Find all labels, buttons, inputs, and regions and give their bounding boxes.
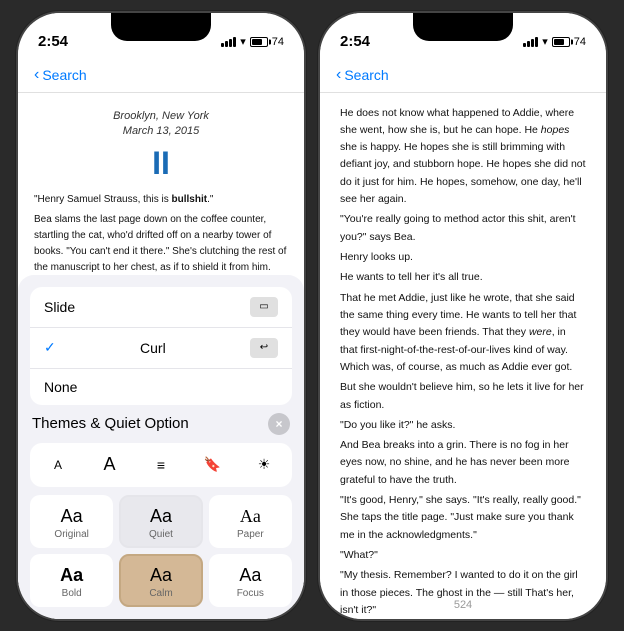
theme-bold[interactable]: Aa Bold — [30, 554, 113, 607]
right-status-bar: 2:54 ▾ 74 — [320, 13, 606, 59]
right-para-3: Henry looks up. — [340, 249, 586, 266]
bookmark-button[interactable]: 🔖 — [197, 449, 229, 481]
battery-icon — [250, 37, 268, 47]
theme-bold-label: Bold — [62, 588, 82, 599]
right-para-10: "What?" — [340, 547, 586, 564]
theme-focus-label: Focus — [237, 588, 264, 599]
right-para-1: He does not know what happened to Addie,… — [340, 105, 586, 209]
right-phone: 2:54 ▾ 74 ‹ Search He does n — [318, 11, 608, 621]
right-time: 2:54 — [340, 33, 370, 50]
right-para-8: And Bea breaks into a grin. There is no … — [340, 437, 586, 489]
right-para-4: He wants to tell her it's all true. — [340, 269, 586, 286]
brightness-button[interactable]: ☀ — [248, 449, 280, 481]
left-notch — [111, 13, 211, 41]
format-button[interactable]: ≡ — [145, 449, 177, 481]
back-chevron-icon: ‹ — [34, 66, 39, 84]
scroll-options: Slide ▭ ✓ Curl ↩ None — [30, 287, 292, 405]
checkmark-icon: ✓ — [44, 339, 56, 356]
left-status-icons: ▾ 74 — [221, 35, 284, 48]
curl-label: Curl — [140, 340, 166, 356]
back-label: Search — [42, 67, 86, 83]
none-label: None — [44, 379, 77, 395]
right-notch — [413, 13, 513, 41]
page-number: 524 — [454, 599, 472, 611]
overlay-panel: Slide ▭ ✓ Curl ↩ None Themes & Quiet Opt… — [18, 275, 304, 619]
right-para-7: "Do you like it?" he asks. — [340, 417, 586, 434]
wifi-icon: ▾ — [240, 35, 246, 48]
phones-container: 2:54 ▾ 74 ‹ Search Brooklyn, — [0, 0, 624, 631]
themes-grid: Aa Original Aa Quiet Aa Paper Aa Bold — [30, 495, 292, 607]
right-para-2: "You're really going to method actor thi… — [340, 211, 586, 246]
right-back-chevron-icon: ‹ — [336, 66, 341, 84]
scroll-option-slide[interactable]: Slide ▭ — [30, 287, 292, 328]
right-para-11: "My thesis. Remember? I wanted to do it … — [340, 567, 586, 618]
right-book-content: He does not know what happened to Addie,… — [320, 93, 606, 619]
right-battery-icon — [552, 37, 570, 47]
book-para-1: "Henry Samuel Strauss, this is bullshit.… — [34, 192, 288, 208]
right-para-5: That he met Addie, just like he wrote, t… — [340, 290, 586, 377]
slide-icon: ▭ — [250, 297, 278, 317]
theme-original-label: Original — [54, 529, 88, 540]
theme-original-sample: Aa — [61, 507, 83, 525]
toolbar-row: A A ≡ 🔖 ☀ — [30, 443, 292, 487]
right-back-button[interactable]: ‹ Search — [336, 66, 389, 84]
right-para-9: "It's good, Henry," she says. "It's real… — [340, 492, 586, 544]
theme-quiet[interactable]: Aa Quiet — [119, 495, 202, 548]
signal-bars-icon — [221, 37, 236, 47]
book-location: Brooklyn, New YorkMarch 13, 2015 — [34, 109, 288, 140]
left-time: 2:54 — [38, 33, 68, 50]
left-book-content: Brooklyn, New YorkMarch 13, 2015 II "Hen… — [18, 93, 304, 619]
slide-label: Slide — [44, 299, 75, 315]
right-wifi-icon: ▾ — [542, 35, 548, 48]
font-increase-button[interactable]: A — [94, 449, 126, 481]
book-chapter: II — [34, 145, 288, 182]
left-nav-bar: ‹ Search — [18, 59, 304, 93]
right-nav-bar: ‹ Search — [320, 59, 606, 93]
left-status-bar: 2:54 ▾ 74 — [18, 13, 304, 59]
right-back-label: Search — [344, 67, 388, 83]
close-button[interactable]: × — [268, 413, 290, 435]
theme-calm[interactable]: Aa Calm — [119, 554, 202, 607]
themes-title: Themes & Quiet Option — [32, 415, 189, 432]
theme-paper[interactable]: Aa Paper — [209, 495, 292, 548]
right-battery-level: 74 — [574, 36, 586, 48]
right-status-icons: ▾ 74 — [523, 35, 586, 48]
right-signal-bars-icon — [523, 37, 538, 47]
book-text-right: He does not know what happened to Addie,… — [340, 105, 586, 619]
scroll-option-curl[interactable]: ✓ Curl ↩ — [30, 328, 292, 369]
right-para-6: But she wouldn't believe him, so he lets… — [340, 379, 586, 414]
theme-calm-label: Calm — [149, 588, 172, 599]
theme-focus-sample: Aa — [239, 566, 261, 584]
left-phone: 2:54 ▾ 74 ‹ Search Brooklyn, — [16, 11, 306, 621]
theme-bold-sample: Aa — [60, 566, 83, 584]
theme-quiet-label: Quiet — [149, 529, 173, 540]
theme-paper-label: Paper — [237, 529, 264, 540]
curl-icon: ↩ — [250, 338, 278, 358]
scroll-option-none[interactable]: None — [30, 369, 292, 405]
theme-calm-sample: Aa — [150, 566, 172, 584]
theme-original[interactable]: Aa Original — [30, 495, 113, 548]
battery-level: 74 — [272, 36, 284, 48]
themes-header: Themes & Quiet Option × — [30, 413, 292, 435]
theme-paper-sample: Aa — [240, 507, 261, 525]
book-header: Brooklyn, New YorkMarch 13, 2015 II — [34, 109, 288, 183]
theme-focus[interactable]: Aa Focus — [209, 554, 292, 607]
theme-quiet-sample: Aa — [150, 507, 172, 525]
font-decrease-button[interactable]: A — [42, 449, 74, 481]
left-back-button[interactable]: ‹ Search — [34, 66, 87, 84]
